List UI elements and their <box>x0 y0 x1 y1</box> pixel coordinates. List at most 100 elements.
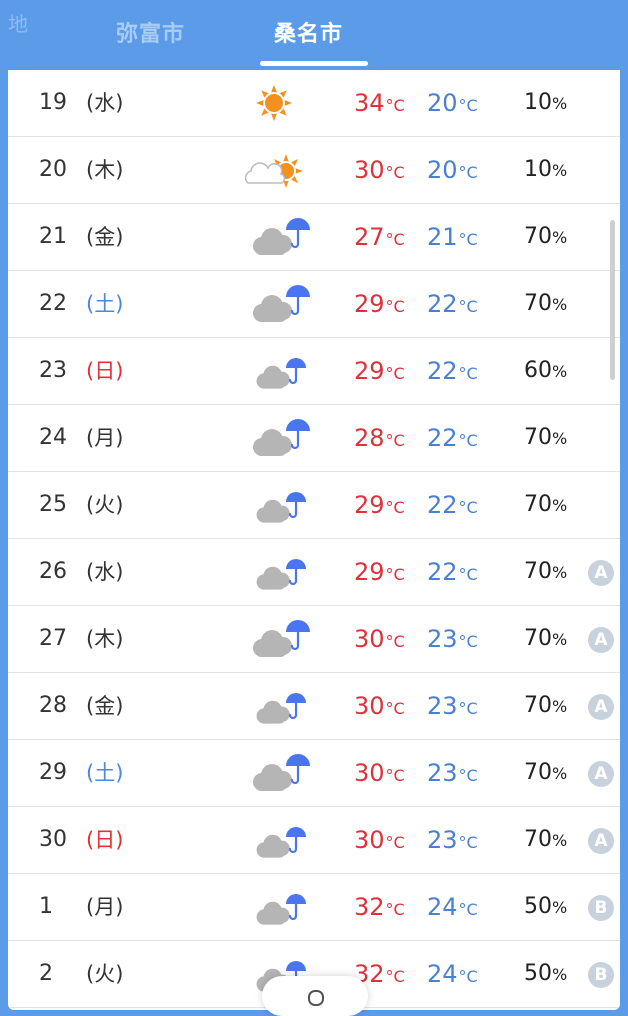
day-number: 22 <box>39 291 67 316</box>
precip-probability: 70% <box>524 559 568 584</box>
precip-probability: 50% <box>524 961 568 986</box>
precip-probability: 70% <box>524 760 568 785</box>
precip-probability: 70% <box>524 827 568 852</box>
precip-probability: 70% <box>524 224 568 249</box>
day-number: 24 <box>39 425 67 450</box>
day-number: 27 <box>39 626 67 651</box>
reliability-badge: A <box>588 627 614 653</box>
cloud-rain-icon <box>236 208 312 266</box>
low-temp: 23°C <box>427 826 478 854</box>
cloud-rain-icon <box>236 610 312 668</box>
day-of-week: (水) <box>86 91 124 115</box>
cloud-rain-small-icon <box>236 476 312 534</box>
precip-probability: 70% <box>524 626 568 651</box>
high-temp: 34°C <box>354 89 405 117</box>
low-temp: 24°C <box>427 960 478 988</box>
day-of-week: (日) <box>86 828 124 852</box>
scrollbar[interactable] <box>610 220 615 380</box>
day-of-week: (木) <box>86 158 124 182</box>
day-number: 25 <box>39 492 67 517</box>
high-temp: 30°C <box>354 692 405 720</box>
forecast-row[interactable]: 25 (火) 29°C 22°C 70% <box>8 472 620 539</box>
high-temp: 30°C <box>354 759 405 787</box>
day-number: 1 <box>39 894 53 919</box>
day-of-week: (火) <box>86 493 124 517</box>
low-temp: 22°C <box>427 357 478 385</box>
precip-probability: 70% <box>524 291 568 316</box>
forecast-row[interactable]: 20 (木) 30°C 20°C 10% <box>8 137 620 204</box>
day-number: 2 <box>39 961 53 986</box>
header-bar: 地 弥富市 桑名市 <box>0 0 628 70</box>
low-temp: 22°C <box>427 491 478 519</box>
day-of-week: (日) <box>86 359 124 383</box>
day-number: 23 <box>39 358 67 383</box>
day-number: 26 <box>39 559 67 584</box>
cloud-rain-small-icon <box>236 811 312 869</box>
precip-probability: 70% <box>524 492 568 517</box>
precip-probability: 10% <box>524 90 568 115</box>
day-of-week: (水) <box>86 560 124 584</box>
tab-kuwana[interactable]: 桑名市 <box>274 16 343 48</box>
reliability-badge: B <box>588 962 614 988</box>
forecast-row[interactable]: 28 (金) 30°C 23°C 70% A <box>8 673 620 740</box>
cloud-rain-small-icon <box>236 342 312 400</box>
sunny-icon <box>236 74 312 132</box>
day-number: 28 <box>39 693 67 718</box>
low-temp: 20°C <box>427 89 478 117</box>
cloud-rain-small-icon <box>236 677 312 735</box>
forecast-row[interactable]: 23 (日) 29°C 22°C 60% <box>8 338 620 405</box>
low-temp: 24°C <box>427 893 478 921</box>
precip-probability: 50% <box>524 894 568 919</box>
high-temp: 29°C <box>354 290 405 318</box>
high-temp: 27°C <box>354 223 405 251</box>
reliability-badge: A <box>588 560 614 586</box>
low-temp: 23°C <box>427 692 478 720</box>
high-temp: 30°C <box>354 826 405 854</box>
forecast-list[interactable]: 19 (水) 34°C 20°C 10% 20 (木) 30°C 20°C 10% 2 1 (金) 2… <box>8 70 620 1010</box>
day-of-week: (月) <box>86 426 124 450</box>
low-temp: 23°C <box>427 625 478 653</box>
low-temp: 23°C <box>427 759 478 787</box>
forecast-row[interactable]: 27 (木) 30°C 23°C 70% A <box>8 606 620 673</box>
day-of-week: (土) <box>86 292 124 316</box>
high-temp: 28°C <box>354 424 405 452</box>
day-number: 20 <box>39 157 67 182</box>
day-of-week: (火) <box>86 962 124 986</box>
cloud-rain-icon <box>236 275 312 333</box>
day-of-week: (金) <box>86 694 124 718</box>
forecast-row[interactable]: 21 (金) 27°C 21°C 70% <box>8 204 620 271</box>
day-of-week: (月) <box>86 895 124 919</box>
cloud-rain-icon <box>236 744 312 802</box>
cloud-rain-icon <box>236 409 312 467</box>
day-number: 30 <box>39 827 67 852</box>
forecast-row[interactable]: 29 (土) 30°C 23°C 70% A <box>8 740 620 807</box>
precip-probability: 10% <box>524 157 568 182</box>
cloud-rain-small-icon <box>236 878 312 936</box>
high-temp: 30°C <box>354 156 405 184</box>
low-temp: 20°C <box>427 156 478 184</box>
day-number: 29 <box>39 760 67 785</box>
forecast-row[interactable]: 30 (日) 30°C 23°C 70% A <box>8 807 620 874</box>
low-temp: 22°C <box>427 558 478 586</box>
tab-yatomi[interactable]: 弥富市 <box>116 16 185 48</box>
forecast-row[interactable]: 19 (水) 34°C 20°C 10% <box>8 70 620 137</box>
day-number: 19 <box>39 90 67 115</box>
high-temp: 29°C <box>354 357 405 385</box>
forecast-row[interactable]: 24 (月) 28°C 22°C 70% <box>8 405 620 472</box>
low-temp: 21°C <box>427 223 478 251</box>
forecast-row[interactable]: 1 (月) 32°C 24°C 50% B <box>8 874 620 941</box>
cloud-sun-icon <box>236 141 312 199</box>
reliability-badge: A <box>588 761 614 787</box>
cloud-rain-small-icon <box>236 543 312 601</box>
tab-selected-indicator <box>260 61 368 66</box>
forecast-row[interactable]: 26 (水) 29°C 22°C 70% A <box>8 539 620 606</box>
forecast-row[interactable]: 22 (土) 29°C 22°C 70% <box>8 271 620 338</box>
high-temp: 29°C <box>354 491 405 519</box>
precip-probability: 70% <box>524 425 568 450</box>
precip-probability: 70% <box>524 693 568 718</box>
reliability-badge: A <box>588 828 614 854</box>
precip-probability: 60% <box>524 358 568 383</box>
bottom-search-button[interactable] <box>262 976 368 1016</box>
reliability-badge: A <box>588 694 614 720</box>
high-temp: 32°C <box>354 893 405 921</box>
